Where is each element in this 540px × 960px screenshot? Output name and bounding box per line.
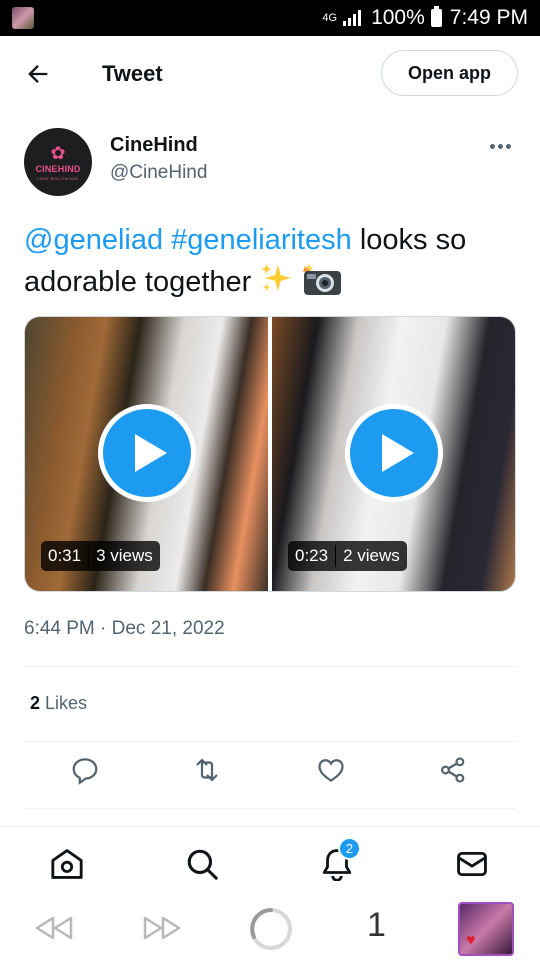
back-arrow-icon[interactable] (24, 60, 52, 88)
author-name[interactable]: CineHind (110, 134, 198, 157)
notifications-badge: 2 (338, 837, 361, 860)
rewind-icon[interactable] (34, 914, 74, 942)
video-thumbnail[interactable]: 0:23 2 views (272, 317, 515, 591)
video-stats-badge: 0:31 3 views (41, 541, 160, 571)
avatar-brand-text: CINEHIND (35, 163, 81, 174)
media-grid: 0:31 3 views 0:23 2 views (24, 316, 516, 592)
mention-link[interactable]: @geneliad (24, 224, 163, 256)
video-duration: 0:23 (295, 546, 329, 565)
fast-forward-icon[interactable] (142, 914, 182, 942)
tab-count[interactable]: 1 (367, 906, 386, 945)
notification-thumbnail-icon (12, 7, 34, 29)
hashtag-link[interactable]: #geneliaritesh (171, 224, 352, 256)
video-duration: 0:31 (48, 546, 82, 565)
tweet-text: @geneliad #geneliaritesh looks so adorab… (24, 220, 516, 303)
search-icon[interactable] (185, 847, 219, 881)
divider (24, 808, 516, 809)
bottom-nav (0, 826, 540, 896)
heart-icon: ♥ (466, 932, 476, 949)
open-app-button[interactable]: Open app (381, 50, 518, 96)
video-stats-badge: 0:23 2 views (288, 541, 407, 571)
signal-icon (343, 10, 362, 26)
share-icon[interactable] (438, 755, 468, 785)
reply-icon[interactable] (70, 755, 100, 785)
page-title: Tweet (102, 61, 163, 86)
tab-thumbnail[interactable]: ♥ (458, 902, 514, 956)
like-icon[interactable] (316, 755, 346, 785)
messages-icon[interactable] (455, 847, 489, 881)
camera-flash-icon (303, 264, 342, 295)
divider (24, 666, 516, 667)
battery-level: 100% (371, 6, 425, 29)
video-views: 3 views (96, 546, 153, 565)
home-icon[interactable] (50, 847, 84, 881)
battery-icon (430, 6, 442, 27)
avatar-tagline-text: LOVE BOLLYWOOD (37, 175, 79, 181)
video-views: 2 views (343, 546, 400, 565)
status-bar: 4G 100% 7:49 PM (0, 0, 540, 36)
clock: 7:49 PM (449, 6, 528, 29)
video-thumbnail[interactable]: 0:31 3 views (25, 317, 268, 591)
tweet-actions (0, 755, 540, 795)
play-icon[interactable] (97, 404, 196, 502)
more-options-icon[interactable] (490, 140, 516, 152)
likes-count[interactable]: 2 Likes (30, 693, 87, 714)
sparkles-icon (261, 263, 292, 292)
network-type: 4G (322, 12, 338, 24)
retweet-icon[interactable] (192, 755, 222, 785)
divider (24, 741, 516, 742)
flower-logo-icon: ✿ (50, 142, 66, 163)
author-handle[interactable]: @CineHind (110, 162, 207, 184)
loading-spinner-icon (250, 908, 292, 950)
tweet-timestamp[interactable]: 6:44 PM · Dec 21, 2022 (24, 618, 225, 640)
play-icon[interactable] (344, 404, 443, 502)
avatar[interactable]: ✿ CINEHIND LOVE BOLLYWOOD (24, 128, 92, 196)
top-bar: Tweet Open app (0, 36, 540, 110)
